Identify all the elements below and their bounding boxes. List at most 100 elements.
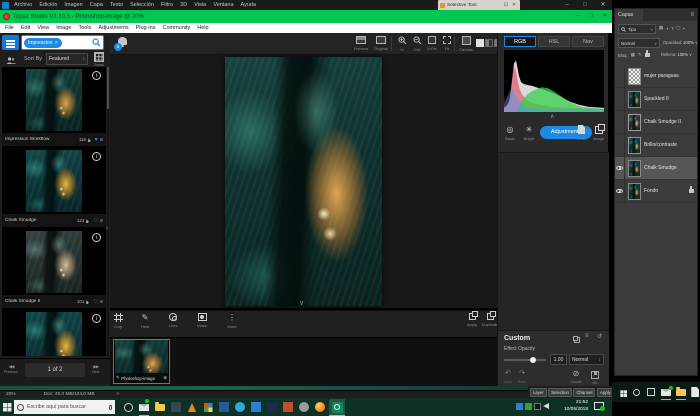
favorite-icon[interactable]: ♥ [95, 137, 98, 143]
search-tag-close-icon[interactable]: ✕ [54, 40, 58, 46]
remove-image-icon[interactable]: ⊗ [163, 375, 167, 381]
visibility-toggle[interactable] [615, 111, 625, 134]
sort-dropdown[interactable]: Featured ↕ [46, 53, 88, 65]
menu-view[interactable]: View [37, 25, 49, 31]
opacity-slider-knob[interactable] [530, 357, 536, 363]
tray-icon-3[interactable] [534, 403, 541, 410]
favorite-icon[interactable]: ♡ [93, 218, 98, 224]
taskbar-app-orange-icon[interactable] [282, 401, 294, 413]
float-close-button[interactable]: ✕ [510, 0, 518, 10]
taskbar-app-mail-icon[interactable] [138, 401, 150, 413]
menu-help[interactable]: Help [197, 25, 208, 31]
mask-button[interactable]: Mask [192, 313, 212, 328]
target-selection-button[interactable]: Selection [548, 388, 572, 397]
preset-thumbnail[interactable]: i [2, 310, 106, 356]
apply-button[interactable]: Apply [462, 313, 482, 327]
crop-button[interactable]: Crop [108, 313, 128, 329]
reset-effect-icon[interactable]: ↺ [597, 333, 602, 340]
canvas-collapse-icon[interactable]: ∨ [299, 299, 304, 307]
layer-blend-mode-dropdown[interactable]: Normal ∨ [618, 38, 660, 48]
sidebar-collapse-icon[interactable]: ‹ [106, 225, 108, 232]
more-button[interactable]: ⋮ More [222, 313, 242, 329]
card-menu-icon[interactable]: ≡ [100, 137, 103, 143]
topaz-titlebar[interactable]: Topaz Studio V1.10.5 - Photoshop-image @… [0, 10, 612, 23]
layer-thumbnail[interactable] [628, 91, 641, 108]
target-channel-button[interactable]: Channel [573, 388, 595, 397]
card-menu-icon[interactable]: ≡ [100, 299, 103, 305]
layer-row-spackled[interactable]: Spackled II [615, 88, 697, 111]
zoom-level[interactable]: 20% [6, 392, 16, 397]
menu-ayuda[interactable]: Ayuda [241, 2, 257, 8]
view-single-button[interactable] [476, 39, 484, 47]
volume-icon[interactable] [543, 403, 549, 409]
lens-button[interactable]: Lens [163, 313, 183, 328]
menu-edit[interactable]: Edit [21, 25, 30, 31]
taskbar-app-explorer-icon[interactable] [154, 401, 166, 413]
opacity-value[interactable]: 1.00 [550, 354, 567, 365]
zoom-in-button[interactable]: In [394, 36, 410, 52]
lock-transparent-icon[interactable]: ▦ [631, 52, 636, 58]
target-layer-button[interactable]: Layer [530, 388, 547, 397]
color-button[interactable]: Color [574, 125, 589, 141]
canvas-button[interactable]: Canvas [458, 36, 474, 52]
copy-effect-icon[interactable] [574, 337, 580, 343]
info-icon[interactable]: i [92, 71, 101, 80]
thumbnail-size-button[interactable]: Small [92, 52, 106, 67]
minimize-button[interactable]: – [570, 10, 584, 23]
visibility-toggle[interactable] [615, 157, 625, 180]
next-page-button[interactable]: ▶▶ Next [92, 364, 99, 375]
layer-thumbnail[interactable] [628, 137, 641, 154]
info-icon[interactable]: i [92, 152, 101, 161]
heal-button[interactable]: ✎ Heal [135, 313, 155, 329]
layer-thumbnail[interactable] [628, 114, 641, 131]
lock-pixels-icon[interactable]: ✎ [638, 52, 643, 58]
layer-thumbnail[interactable] [628, 68, 641, 85]
menu-3d[interactable]: 3D [180, 2, 187, 8]
visibility-toggle[interactable] [615, 180, 625, 203]
zoom-out-button[interactable]: Out [409, 36, 425, 52]
layer-row-brillo-contraste[interactable]: Brillo/contraste [615, 134, 697, 157]
taskbar-app-code-icon[interactable] [266, 401, 278, 413]
menu-plugins[interactable]: Plug-ins [136, 25, 156, 31]
tab-capas[interactable]: Capas [615, 9, 643, 21]
taskbar-app-photos-icon[interactable] [250, 401, 262, 413]
taskbar-app-settings-icon[interactable] [298, 401, 310, 413]
ps-minimize-button[interactable]: – [560, 0, 574, 10]
action-center-icon[interactable] [594, 402, 604, 410]
preview-button[interactable]: Preview [353, 36, 369, 51]
layer-filter-dropdown[interactable]: Tipo ∨ [618, 24, 656, 34]
layer-thumbnail[interactable] [628, 183, 641, 200]
notifications-button[interactable]: 0 [118, 37, 127, 45]
layer-row-mujer-paraguas[interactable]: mujer paraguas [615, 65, 697, 88]
ps-restore-button[interactable]: □ [578, 0, 592, 10]
explorer-icon-2[interactable] [676, 386, 686, 398]
redo-button[interactable]: ↷ Redo [516, 370, 528, 385]
taskbar-clock[interactable]: 21:52 10/05/2018 [550, 400, 588, 413]
tab-rgb[interactable]: RGB [504, 36, 536, 47]
tray-icon-2[interactable] [525, 403, 532, 410]
basic-button[interactable]: ◎ Basic [502, 125, 518, 141]
taskbar-app-vlc-icon[interactable] [186, 401, 198, 413]
favorite-icon[interactable]: ♡ [93, 299, 98, 305]
layer-opacity-control[interactable]: Opacidad: 100% ∨ [663, 40, 698, 45]
menu-file[interactable]: File [5, 25, 14, 31]
taskbar-app-folder-icon[interactable] [170, 401, 182, 413]
selective-tool-window[interactable]: Selective Tool ⊡ ✕ [438, 0, 520, 10]
layer-row-chalk-smudge-selected[interactable]: Chalk Smudge [615, 157, 697, 180]
bright-button[interactable]: ✳ Bright [521, 125, 537, 141]
filter-image-icon[interactable]: ▦ [659, 25, 663, 31]
tab-hsl[interactable]: HSL [538, 36, 570, 47]
maximize-button[interactable]: □ [584, 10, 598, 23]
card-menu-icon[interactable]: ≡ [100, 218, 103, 224]
menu-texto[interactable]: Texto [110, 2, 123, 8]
taskbar-app-topaz-active[interactable] [329, 399, 345, 415]
menu-community[interactable]: Community [162, 25, 190, 31]
filter-smart-icon[interactable]: • [683, 26, 685, 31]
visibility-toggle[interactable] [615, 65, 625, 88]
lock-all-icon[interactable] [645, 53, 650, 57]
thumbs-up-icon[interactable]: ☛ [87, 137, 93, 141]
menu-seleccion[interactable]: Selección [130, 2, 154, 8]
menu-image[interactable]: Image [56, 25, 71, 31]
taskbar-search-input[interactable]: Escribe aquí para buscar [14, 400, 115, 414]
menu-archivo[interactable]: Archivo [14, 2, 32, 8]
